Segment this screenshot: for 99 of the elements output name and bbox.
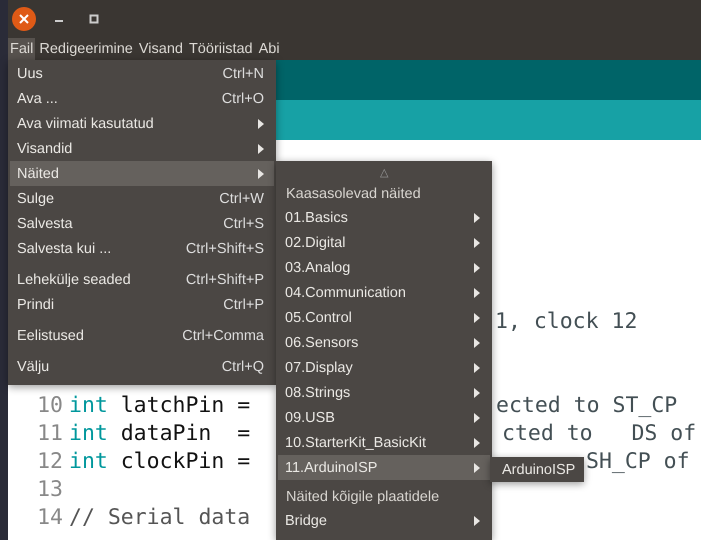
shortcut-label: Ctrl+S xyxy=(223,216,264,232)
code-text: dataPin = xyxy=(120,421,250,446)
shortcut-label: Ctrl+N xyxy=(222,66,264,82)
line-number: 13 xyxy=(37,477,63,502)
menu-item-label: 11.ArduinoISP xyxy=(285,460,378,476)
menu-item-label: Ava viimati kasutatud xyxy=(17,116,154,132)
section-header: Kaasasolevad näited xyxy=(286,186,421,202)
menu-item-label: Näited xyxy=(17,166,59,182)
menu-item-label: 04.Communication xyxy=(285,284,406,300)
menu-item[interactable]: Uus Ctrl+N xyxy=(10,61,274,86)
menu-item-label: Visandid xyxy=(17,140,72,156)
line-number: 10 xyxy=(37,393,63,418)
submenu-arrow-icon xyxy=(474,238,480,248)
menu-item[interactable]: 05.Control xyxy=(278,305,490,330)
menu-item[interactable]: Prindi Ctrl+P xyxy=(10,292,274,317)
shortcut-label: Ctrl+P xyxy=(223,296,264,312)
submenu-arrow-icon xyxy=(474,412,480,422)
submenu-arrow-icon xyxy=(474,388,480,398)
menu-item[interactable]: Visandid xyxy=(10,136,274,161)
menu-item[interactable]: 08.Strings xyxy=(278,380,490,405)
submenu-arrow-icon xyxy=(474,288,480,298)
menu-item-label: 02.Digital xyxy=(285,234,346,250)
submenu-arrow-icon xyxy=(474,262,480,272)
menu-item-label: 01.Basics xyxy=(285,210,348,226)
menu-item-label: Välju xyxy=(17,358,50,374)
code-text: ected to ST_CP xyxy=(496,392,678,420)
line-number: 12 xyxy=(37,449,63,474)
menu-bar-item[interactable]: Redigeerimine xyxy=(37,38,135,60)
menu-item[interactable]: 04.Communication xyxy=(278,280,490,305)
maximize-icon xyxy=(89,14,99,24)
menu-item-label: 08.Strings xyxy=(285,384,350,400)
menu-item[interactable]: Välju Ctrl+Q xyxy=(10,354,274,379)
code-text: clockPin = xyxy=(120,449,250,474)
close-icon xyxy=(19,14,29,24)
menu-item-label: Bridge xyxy=(285,512,327,528)
code-text: int xyxy=(69,449,108,474)
code-text: 1, clock 12 xyxy=(495,308,638,336)
submenu-arrow-icon xyxy=(474,438,480,448)
shortcut-label: Ctrl+Shift+S xyxy=(186,240,264,256)
menu-item[interactable]: Sulge Ctrl+W xyxy=(10,186,274,211)
menu-item-label: Eelistused xyxy=(17,328,84,344)
menu-item[interactable]: Näited xyxy=(10,161,274,186)
menu-bar-item[interactable]: Fail xyxy=(8,38,36,60)
code-text: latchPin = xyxy=(120,393,250,418)
section-header: Näited kõigile plaatidele xyxy=(286,489,440,505)
menu-item-label: 07.Display xyxy=(285,360,353,376)
shortcut-label: Ctrl+Q xyxy=(222,358,264,374)
menu-item-label: Uus xyxy=(17,66,43,82)
menu-bar-item[interactable]: Abi xyxy=(256,38,282,60)
menu-item[interactable]: Bridge xyxy=(278,508,490,533)
menu-item-label: 10.StarterKit_BasicKit xyxy=(285,434,426,450)
submenu-arrow-icon xyxy=(258,144,264,154)
menu-item[interactable]: Salvesta kui ... Ctrl+Shift+S xyxy=(10,236,274,261)
menu-item[interactable]: 11.ArduinoISP xyxy=(278,455,490,480)
line-number: 11 xyxy=(37,421,63,446)
menu-item[interactable]: 10.StarterKit_BasicKit xyxy=(278,430,490,455)
menu-item[interactable]: 06.Sensors xyxy=(278,330,490,355)
menu-item-label: Salvesta xyxy=(17,216,73,232)
menu-bar-item[interactable]: Visand xyxy=(136,38,185,60)
shortcut-label: Ctrl+Comma xyxy=(182,328,264,344)
menu-item-label: Lehekülje seaded xyxy=(17,272,131,288)
shortcut-label: Ctrl+O xyxy=(222,90,264,106)
submenu-arrow-icon xyxy=(474,362,480,372)
submenu-arrow-icon xyxy=(474,338,480,348)
shortcut-label: Ctrl+W xyxy=(219,190,264,206)
menu-item[interactable]: Ava ... Ctrl+O xyxy=(10,86,274,111)
submenu-arrow-icon xyxy=(474,516,480,526)
code-text: int xyxy=(69,421,108,446)
menu-item[interactable]: 02.Digital xyxy=(278,230,490,255)
menu-item-label: Sulge xyxy=(17,190,54,206)
submenu-arrow-icon xyxy=(258,118,264,128)
menu-item-label: Prindi xyxy=(17,296,54,312)
code-text: // Serial data xyxy=(69,505,250,530)
submenu-arrow-icon xyxy=(474,312,480,322)
menu-item-label: Ava ... xyxy=(17,90,58,106)
menu-item[interactable]: Ava viimati kasutatud xyxy=(10,111,274,136)
code-text: SH_CP of xyxy=(586,448,690,476)
menu-item-label: 03.Analog xyxy=(285,260,350,276)
menu-item[interactable]: Lehekülje seaded Ctrl+Shift+P xyxy=(10,267,274,292)
shortcut-label: Ctrl+Shift+P xyxy=(186,272,264,288)
menu-item[interactable]: 07.Display xyxy=(278,355,490,380)
menu-item-label: Salvesta kui ... xyxy=(17,240,112,256)
menu-item[interactable]: Salvesta Ctrl+S xyxy=(10,211,274,236)
code-text: cted to DS of xyxy=(502,420,696,448)
submenu-arrow-icon xyxy=(474,212,480,222)
line-number: 14 xyxy=(37,505,63,530)
close-button[interactable] xyxy=(12,7,36,31)
menu-bar-item[interactable]: Tööriistad xyxy=(186,38,255,60)
submenu-arrow-icon xyxy=(474,462,480,472)
menu-item[interactable]: 09.USB xyxy=(278,405,490,430)
code-text: int xyxy=(69,393,108,418)
menu-item-label: 09.USB xyxy=(285,410,335,426)
menu-item[interactable]: 01.Basics xyxy=(278,205,490,230)
submenu-arrow-icon xyxy=(258,168,264,178)
menu-item-label: 06.Sensors xyxy=(285,334,358,350)
menu-item[interactable]: Eelistused Ctrl+Comma xyxy=(10,323,274,348)
menu-item[interactable]: ArduinoISP xyxy=(492,457,582,482)
menu-item-label: 05.Control xyxy=(285,310,352,326)
menu-item[interactable]: 03.Analog xyxy=(278,255,490,280)
